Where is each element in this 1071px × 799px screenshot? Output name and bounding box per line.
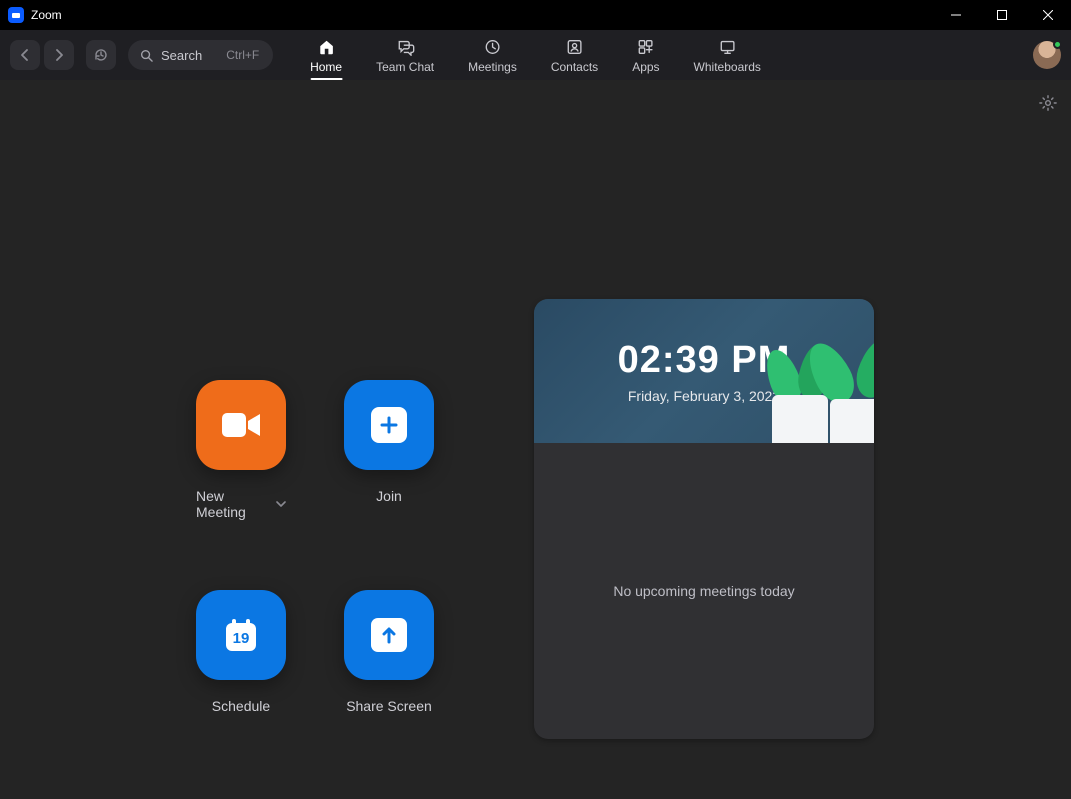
- whiteboard-icon: [718, 37, 736, 57]
- presence-indicator-icon: [1053, 40, 1062, 49]
- clock-icon: [483, 37, 501, 57]
- nav-back-button[interactable]: [10, 40, 40, 70]
- window-title: Zoom: [31, 8, 62, 22]
- share-screen-label: Share Screen: [346, 698, 432, 714]
- panel-header: 02:39 PM Friday, February 3, 2023: [534, 299, 874, 443]
- action-new-meeting: New Meeting: [196, 380, 286, 520]
- tab-label: Home: [310, 60, 342, 74]
- main: New Meeting Join: [0, 80, 1071, 799]
- nav-forward-button[interactable]: [44, 40, 74, 70]
- new-meeting-dropdown[interactable]: [276, 500, 286, 508]
- titlebar-left: Zoom: [8, 7, 62, 23]
- home-actions: New Meeting Join: [196, 380, 434, 714]
- calendar-day: 19: [233, 630, 250, 647]
- tab-contacts[interactable]: Contacts: [547, 30, 602, 80]
- tab-team-chat[interactable]: Team Chat: [372, 30, 438, 80]
- nav-buttons: [10, 40, 74, 70]
- settings-button[interactable]: [1039, 94, 1057, 112]
- plus-icon: [371, 407, 407, 443]
- tab-meetings[interactable]: Meetings: [464, 30, 521, 80]
- close-button[interactable]: [1025, 0, 1071, 30]
- tabs: Home Team Chat Meetings Contacts Apps: [306, 30, 765, 80]
- new-meeting-button[interactable]: [196, 380, 286, 470]
- toolbar: Search Ctrl+F Home Team Chat Meetings: [0, 30, 1071, 80]
- join-button[interactable]: [344, 380, 434, 470]
- history-button[interactable]: [86, 40, 116, 70]
- tab-home[interactable]: Home: [306, 30, 346, 80]
- chat-icon: [396, 37, 414, 57]
- zoom-logo-icon: [8, 7, 24, 23]
- tab-label: Whiteboards: [694, 60, 761, 74]
- tab-label: Team Chat: [376, 60, 434, 74]
- calendar-icon: 19: [219, 613, 263, 657]
- tab-label: Apps: [632, 60, 659, 74]
- tab-apps[interactable]: Apps: [628, 30, 663, 80]
- search-icon: [140, 49, 153, 62]
- apps-icon: [637, 37, 655, 57]
- search-shortcut: Ctrl+F: [226, 48, 259, 62]
- home-icon: [317, 37, 335, 57]
- profile-avatar[interactable]: [1033, 41, 1061, 69]
- contacts-icon: [566, 37, 584, 57]
- clock-date: Friday, February 3, 2023: [628, 388, 780, 404]
- panel-body: No upcoming meetings today: [534, 443, 874, 739]
- join-label: Join: [376, 488, 402, 504]
- titlebar: Zoom: [0, 0, 1071, 30]
- video-icon: [220, 409, 262, 441]
- new-meeting-label: New Meeting: [196, 488, 268, 520]
- tab-whiteboards[interactable]: Whiteboards: [690, 30, 765, 80]
- minimize-button[interactable]: [933, 0, 979, 30]
- schedule-label: Schedule: [212, 698, 270, 714]
- action-share-screen: Share Screen: [344, 590, 434, 714]
- action-schedule: 19 Schedule: [196, 590, 286, 714]
- tab-label: Contacts: [551, 60, 598, 74]
- share-screen-button[interactable]: [344, 590, 434, 680]
- schedule-button[interactable]: 19: [196, 590, 286, 680]
- share-arrow-icon: [371, 618, 407, 652]
- no-meetings-text: No upcoming meetings today: [613, 583, 794, 599]
- action-join: Join: [344, 380, 434, 520]
- maximize-button[interactable]: [979, 0, 1025, 30]
- action-label-row: New Meeting: [196, 488, 286, 520]
- search-input[interactable]: Search Ctrl+F: [128, 40, 273, 70]
- search-placeholder: Search: [161, 48, 202, 63]
- window-controls: [933, 0, 1071, 30]
- plant-decoration-icon: [826, 347, 874, 443]
- tab-label: Meetings: [468, 60, 517, 74]
- upcoming-panel: 02:39 PM Friday, February 3, 2023 No upc…: [534, 299, 874, 739]
- clock-time: 02:39 PM: [618, 339, 791, 382]
